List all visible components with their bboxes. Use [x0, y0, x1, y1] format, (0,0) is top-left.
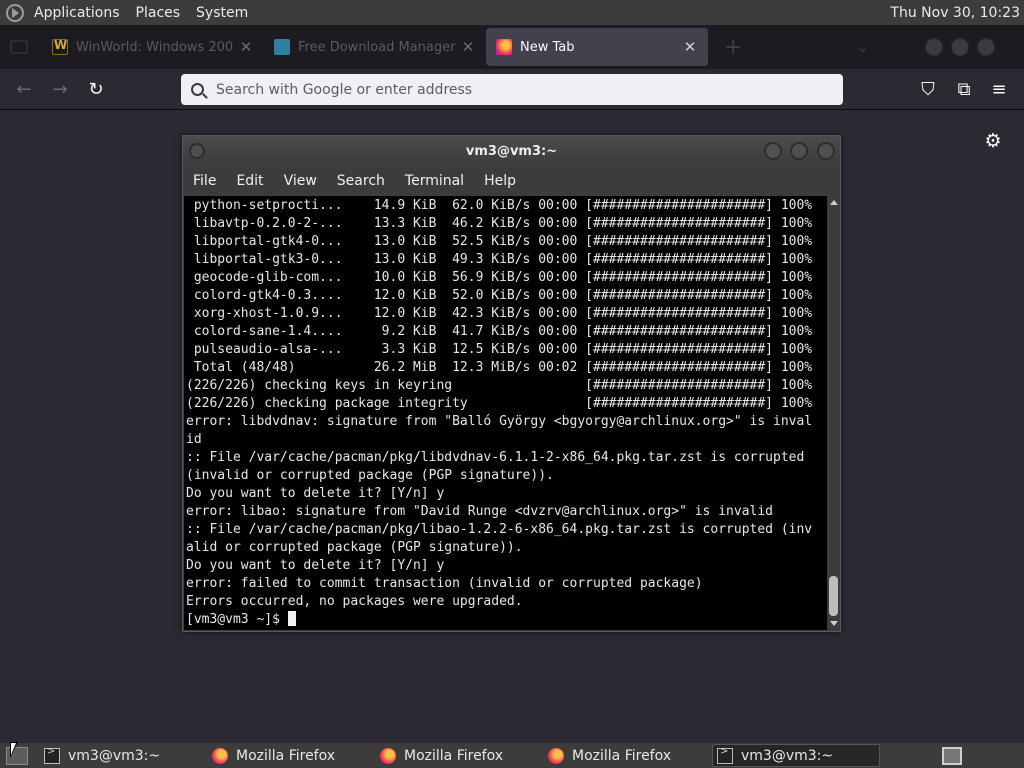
menu-terminal[interactable]: Terminal — [405, 173, 464, 189]
maximize-window-icon[interactable] — [951, 38, 970, 56]
firefox-icon — [496, 39, 512, 55]
menu-view[interactable]: View — [284, 173, 317, 189]
window-menu-icon[interactable] — [10, 40, 28, 54]
scroll-up-arrow-icon[interactable] — [830, 200, 838, 205]
places-menu[interactable]: Places — [136, 5, 181, 21]
taskbar-item-label: vm3@vm3:~ — [68, 747, 161, 764]
new-tab-plus-icon[interactable]: + — [724, 35, 742, 60]
forward-arrow-icon[interactable]: → — [45, 74, 75, 104]
terminal-line: :: File /var/cache/pacman/pkg/libdvdnav-… — [186, 450, 805, 465]
terminal-icon — [44, 746, 60, 764]
address-bar[interactable]: Search with Google or enter address — [181, 74, 843, 105]
applications-menu[interactable]: Applications — [34, 5, 120, 21]
extensions-puzzle-icon[interactable]: ⧉ — [949, 74, 979, 104]
terminal-titlebar[interactable]: vm3@vm3:~ — [183, 136, 840, 167]
browser-tab-strip: WinWorld: Windows 200 ✕ Free Download Ma… — [0, 25, 1024, 69]
workspace-switcher[interactable] — [942, 746, 962, 765]
firefox-icon — [212, 747, 228, 764]
minimize-window-icon[interactable] — [925, 38, 944, 56]
maximize-icon[interactable] — [790, 142, 808, 160]
menu-help[interactable]: Help — [484, 173, 516, 189]
terminal-line: Errors occurred, no packages were upgrad… — [186, 594, 523, 609]
panel-clock[interactable]: Thu Nov 30, 10:23 — [890, 5, 1020, 21]
system-menu[interactable]: System — [196, 5, 248, 21]
reload-icon[interactable]: ↻ — [81, 74, 111, 104]
terminal-icon — [717, 746, 733, 764]
terminal-line: error: failed to commit transaction (inv… — [186, 576, 703, 591]
tab-title: WinWorld: Windows 200 — [76, 39, 234, 55]
gear-icon[interactable]: ⚙ — [983, 131, 1003, 151]
terminal-line: xorg-xhost-1.0.9... 12.0 KiB 42.3 KiB/s … — [186, 306, 813, 321]
close-icon[interactable] — [817, 142, 835, 160]
taskbar-item-terminal[interactable]: vm3@vm3:~ — [40, 744, 208, 767]
terminal-line: :: File /var/cache/pacman/pkg/libao-1.2.… — [186, 522, 813, 537]
fdm-icon — [274, 39, 290, 55]
distro-logo-icon[interactable] — [6, 3, 24, 22]
menu-edit[interactable]: Edit — [236, 173, 263, 189]
menu-file[interactable]: File — [193, 173, 216, 189]
terminal-line: Total (48/48) 26.2 MiB 12.3 MiB/s 00:02 … — [186, 360, 813, 375]
bottom-taskbar: vm3@vm3:~ Mozilla Firefox Mozilla Firefo… — [0, 743, 1024, 768]
top-panel: Applications Places System Thu Nov 30, 1… — [0, 0, 1024, 25]
firefox-icon — [380, 747, 396, 764]
terminal-line: libportal-gtk3-0... 13.0 KiB 49.3 KiB/s … — [186, 252, 813, 267]
terminal-line: Do you want to delete it? [Y/n] y — [186, 558, 445, 573]
tab-free-download-manager[interactable]: Free Download Manager ✕ — [264, 28, 486, 66]
search-icon — [191, 83, 204, 96]
close-tab-icon[interactable]: ✕ — [460, 38, 476, 56]
close-tab-icon[interactable]: ✕ — [682, 38, 698, 56]
tab-new-tab[interactable]: New Tab ✕ — [486, 28, 708, 66]
taskbar-item-firefox[interactable]: Mozilla Firefox — [208, 744, 376, 767]
terminal-window[interactable]: vm3@vm3:~ File Edit View Search Terminal… — [182, 135, 841, 632]
scroll-down-arrow-icon[interactable] — [830, 621, 838, 626]
pocket-icon[interactable]: ⛉ — [913, 74, 943, 104]
tab-title: Free Download Manager — [298, 39, 456, 55]
terminal-line: Do you want to delete it? [Y/n] y — [186, 486, 445, 501]
taskbar-item-label: vm3@vm3:~ — [741, 747, 834, 764]
menu-search[interactable]: Search — [337, 173, 385, 189]
terminal-line: libavtp-0.2.0-2-... 13.3 KiB 46.2 KiB/s … — [186, 216, 813, 231]
terminal-line: python-setprocti... 14.9 KiB 62.0 KiB/s … — [186, 198, 813, 213]
scrollbar-thumb[interactable] — [829, 576, 838, 616]
terminal-line: (226/226) checking package integrity [##… — [186, 396, 813, 411]
terminal-line: geocode-glib-com... 10.0 KiB 56.9 KiB/s … — [186, 270, 813, 285]
taskbar-item-label: Mozilla Firefox — [572, 747, 672, 764]
terminal-output[interactable]: python-setprocti... 14.9 KiB 62.0 KiB/s … — [184, 196, 827, 630]
terminal-scrollbar[interactable] — [828, 196, 839, 630]
terminal-title: vm3@vm3:~ — [465, 144, 558, 159]
browser-nav-bar: ← → ↻ Search with Google or enter addres… — [0, 69, 1024, 110]
list-all-tabs-chevron-icon[interactable]: ⌄ — [856, 38, 869, 56]
terminal-line: alid or corrupted package (PGP signature… — [186, 540, 523, 555]
close-window-icon[interactable] — [977, 38, 996, 56]
terminal-line: (invalid or corrupted package (PGP signa… — [186, 468, 554, 483]
taskbar-item-label: Mozilla Firefox — [236, 747, 336, 764]
hamburger-menu-icon[interactable]: ≡ — [984, 74, 1014, 104]
terminal-prompt-line[interactable]: [vm3@vm3 ~]$ — [186, 611, 827, 629]
terminal-line: error: libdvdnav: signature from "Balló … — [186, 414, 813, 429]
text-cursor — [287, 611, 296, 626]
taskbar-item-terminal-active[interactable]: vm3@vm3:~ — [712, 744, 880, 767]
terminal-line: libportal-gtk4-0... 13.0 KiB 52.5 KiB/s … — [186, 234, 813, 249]
terminal-line: (226/226) checking keys in keyring [####… — [186, 378, 813, 393]
tab-title: New Tab — [520, 39, 575, 55]
mouse-pointer-icon — [10, 742, 18, 758]
terminal-line: pulseaudio-alsa-... 3.3 KiB 12.5 KiB/s 0… — [186, 342, 813, 357]
taskbar-item-label: Mozilla Firefox — [404, 747, 504, 764]
close-tab-icon[interactable]: ✕ — [238, 38, 254, 56]
taskbar-item-firefox[interactable]: Mozilla Firefox — [544, 744, 712, 767]
minimize-icon[interactable] — [764, 142, 782, 160]
taskbar-item-firefox[interactable]: Mozilla Firefox — [376, 744, 544, 767]
terminal-menubar: File Edit View Search Terminal Help — [183, 167, 840, 194]
terminal-line: colord-gtk4-0.3.... 12.0 KiB 52.0 KiB/s … — [186, 288, 813, 303]
shell-prompt: [vm3@vm3 ~]$ — [186, 612, 288, 627]
terminal-line: id — [186, 432, 202, 447]
terminal-line: colord-sane-1.4.... 9.2 KiB 41.7 KiB/s 0… — [186, 324, 813, 339]
tab-winworld[interactable]: WinWorld: Windows 200 ✕ — [42, 28, 264, 66]
terminal-line: error: libao: signature from "David Rung… — [186, 504, 773, 519]
firefox-icon — [548, 747, 564, 764]
back-arrow-icon[interactable]: ← — [9, 74, 39, 104]
window-menu-icon[interactable] — [189, 143, 205, 159]
winworld-icon — [52, 38, 68, 55]
address-placeholder: Search with Google or enter address — [216, 81, 473, 98]
